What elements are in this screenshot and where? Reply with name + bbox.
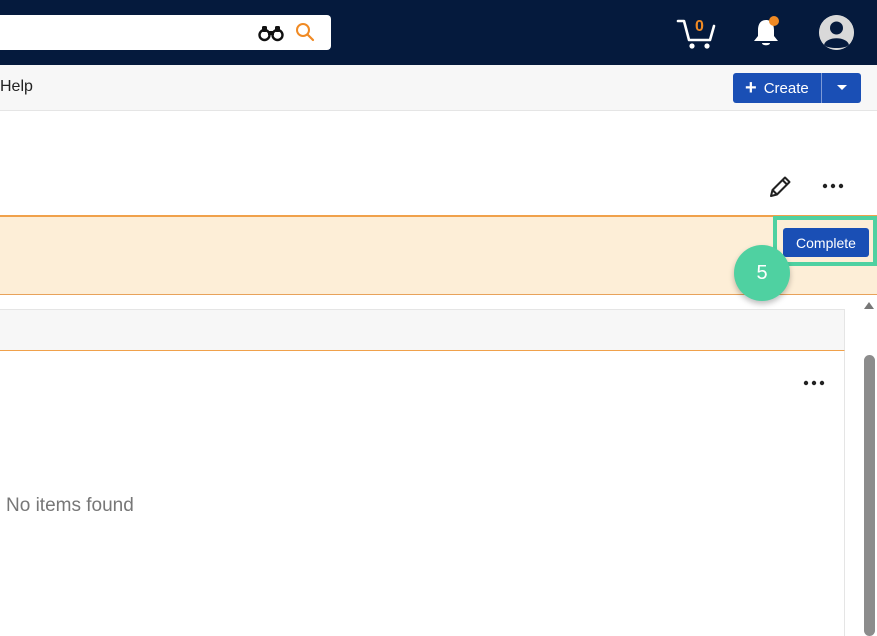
complete-button[interactable]: Complete (783, 228, 869, 257)
menu-bar: Help + Create (0, 65, 877, 111)
notifications-button[interactable] (752, 16, 782, 48)
panel-more-options-icon[interactable] (801, 374, 827, 392)
search-icon[interactable] (295, 22, 315, 42)
top-bar: 0 (0, 0, 877, 65)
create-button-group: + Create (733, 73, 861, 103)
panel-body (0, 351, 845, 636)
menu-item-help[interactable]: Help (0, 78, 33, 96)
avatar-icon (819, 15, 854, 50)
notification-dot (769, 16, 779, 26)
step-badge: 5 (734, 245, 790, 301)
cart-count-badge: 0 (695, 18, 704, 35)
create-button[interactable]: + Create (733, 73, 822, 103)
search-input[interactable] (4, 15, 234, 50)
panel-header (0, 309, 845, 351)
more-options-icon[interactable] (820, 177, 846, 195)
cart-button[interactable]: 0 (676, 16, 718, 50)
scrollbar-thumb[interactable] (864, 355, 875, 636)
plus-icon: + (745, 77, 757, 99)
create-button-label: Create (763, 79, 809, 97)
empty-state-message: No items found (6, 495, 134, 516)
avatar[interactable] (819, 15, 854, 50)
pencil-icon[interactable] (767, 174, 793, 200)
binoculars-icon[interactable] (258, 24, 284, 42)
search-box[interactable] (0, 15, 331, 50)
scroll-up-arrow-icon[interactable] (863, 300, 875, 310)
chevron-down-icon (836, 85, 847, 90)
create-dropdown-button[interactable] (822, 73, 861, 103)
